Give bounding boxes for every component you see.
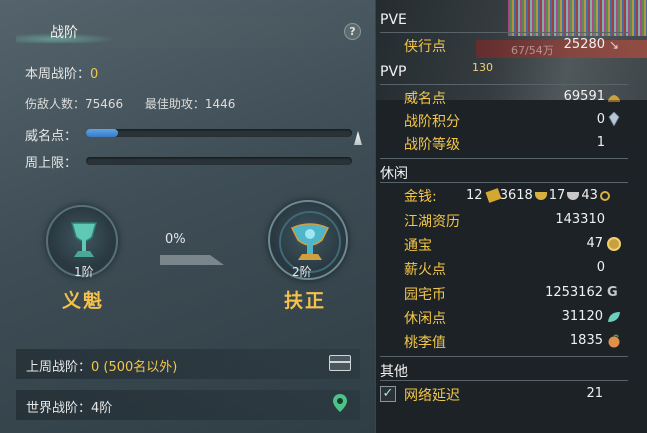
last-week-rank-row: 上周战阶：0 (500名以外) bbox=[16, 349, 360, 379]
leisure-divider-top bbox=[380, 158, 628, 159]
panel-title: 战阶 bbox=[50, 25, 78, 41]
peach-icon bbox=[608, 334, 620, 348]
leisure-row-value: 47 bbox=[586, 236, 603, 251]
assists-label: 最佳助攻： bbox=[144, 97, 205, 111]
world-rank-text: 世界战阶：4阶 bbox=[26, 401, 113, 416]
latency-label: 网络延迟 bbox=[404, 388, 460, 404]
prestige-progress-bar bbox=[86, 129, 352, 137]
pvp-row-value: 1 bbox=[596, 135, 605, 150]
leisure-row-label: 通宝 bbox=[404, 238, 432, 254]
last-week-rank-text: 上周战阶：0 (500名以外) bbox=[26, 356, 177, 375]
current-rank-number: 1阶 bbox=[74, 265, 94, 279]
money-label: 金钱: bbox=[404, 189, 437, 205]
crystal-icon bbox=[608, 112, 620, 126]
assists-value: 1446 bbox=[204, 97, 236, 111]
rank-panel: 战阶 ? 本周战阶：0 伤敌人数：75466 最佳助攻：1446 威名点： 周上… bbox=[0, 0, 375, 433]
pvp-row-value: 0 bbox=[596, 112, 605, 127]
kills-label: 伤敌人数： bbox=[25, 97, 86, 111]
pve-divider bbox=[380, 32, 628, 33]
leisure-row-label: 园宅币 bbox=[404, 287, 446, 303]
pve-row-label: 侠行点 bbox=[404, 39, 446, 55]
latency-checkbox[interactable]: ✓ bbox=[380, 386, 396, 402]
leisure-row-label: 休闲点 bbox=[404, 311, 446, 327]
latency-value: 21 bbox=[586, 386, 603, 401]
weekly-cap-bar bbox=[86, 157, 352, 165]
leisure-divider bbox=[380, 182, 628, 183]
game-hud-stripes bbox=[508, 0, 647, 36]
other-divider bbox=[380, 380, 628, 381]
pvp-row-value: 69591 bbox=[563, 89, 605, 104]
money-copper: 17 bbox=[548, 188, 566, 203]
kills-value: 75466 bbox=[85, 97, 124, 111]
progress-arrow-icon bbox=[160, 255, 224, 265]
weekly-cap-label: 周上限： bbox=[25, 156, 78, 171]
silver-ingot-icon bbox=[534, 191, 547, 200]
rank-progress-percent: 0% bbox=[165, 232, 186, 247]
other-header: 其他 bbox=[380, 364, 408, 380]
cap-marker-icon bbox=[354, 131, 362, 145]
leisure-row-value: 0 bbox=[596, 260, 605, 275]
weekly-rank-label: 本周战阶： bbox=[25, 67, 91, 82]
stats-row: 伤敌人数：75466 最佳助攻：1446 bbox=[25, 95, 235, 112]
prestige-label: 威名点： bbox=[25, 129, 78, 144]
location-pin-icon[interactable] bbox=[333, 394, 347, 412]
pve-row-value: 25280 bbox=[563, 37, 605, 52]
leisure-row-value: 143310 bbox=[555, 212, 605, 227]
weekly-rank-value: 0 bbox=[90, 67, 99, 82]
money-silver: 3618 bbox=[499, 188, 533, 203]
currency-panel: 67/54万 130 PVE 侠行点 25280 ↘ PVP 威名点 69591… bbox=[375, 0, 647, 433]
g-coin-icon: G bbox=[607, 285, 618, 300]
helmet-icon bbox=[608, 95, 620, 102]
pvp-row-label: 战阶等级 bbox=[404, 137, 460, 153]
weekly-rank-row: 本周战阶：0 bbox=[25, 63, 98, 82]
leisure-header: 休闲 bbox=[380, 166, 408, 182]
leisure-row-value: 1835 bbox=[569, 333, 603, 348]
leisure-row-value: 1253162 bbox=[545, 285, 603, 300]
last-week-value: 0 (500名以外) bbox=[91, 360, 178, 375]
coin-icon bbox=[599, 190, 610, 201]
leisure-row-label: 桃李值 bbox=[404, 335, 446, 351]
next-rank-name: 扶正 bbox=[284, 290, 327, 312]
leisure-row-label: 江湖资历 bbox=[404, 214, 460, 230]
game-level-text: 130 bbox=[472, 61, 493, 74]
pvp-row-label: 威名点 bbox=[404, 91, 446, 107]
money-row: 12 3618 17 43 bbox=[466, 188, 610, 203]
help-icon[interactable]: ? bbox=[344, 23, 361, 40]
current-rank-name: 义魁 bbox=[62, 290, 105, 312]
reward-chest-icon[interactable] bbox=[329, 355, 351, 371]
arrow-icon: ↘ bbox=[609, 38, 620, 52]
pvp-divider bbox=[380, 84, 628, 85]
coin-icon bbox=[607, 237, 621, 251]
prestige-progress-fill bbox=[86, 129, 118, 137]
next-rank-number: 2阶 bbox=[292, 265, 312, 279]
money-gold: 12 bbox=[466, 188, 483, 203]
game-hp-text: 67/54万 bbox=[511, 44, 554, 57]
other-divider-top bbox=[380, 356, 628, 357]
money-coin: 43 bbox=[581, 188, 598, 203]
pvp-header: PVP bbox=[380, 64, 407, 80]
pvp-row-label: 战阶积分 bbox=[404, 114, 460, 130]
copper-ingot-icon bbox=[567, 191, 580, 200]
pve-header: PVE bbox=[380, 12, 407, 28]
leisure-row-value: 31120 bbox=[561, 309, 603, 324]
leisure-row-label: 薪火点 bbox=[404, 262, 446, 278]
leaf-icon bbox=[608, 312, 620, 322]
last-week-label: 上周战阶： bbox=[26, 360, 92, 375]
world-rank-row: 世界战阶：4阶 bbox=[16, 390, 360, 420]
